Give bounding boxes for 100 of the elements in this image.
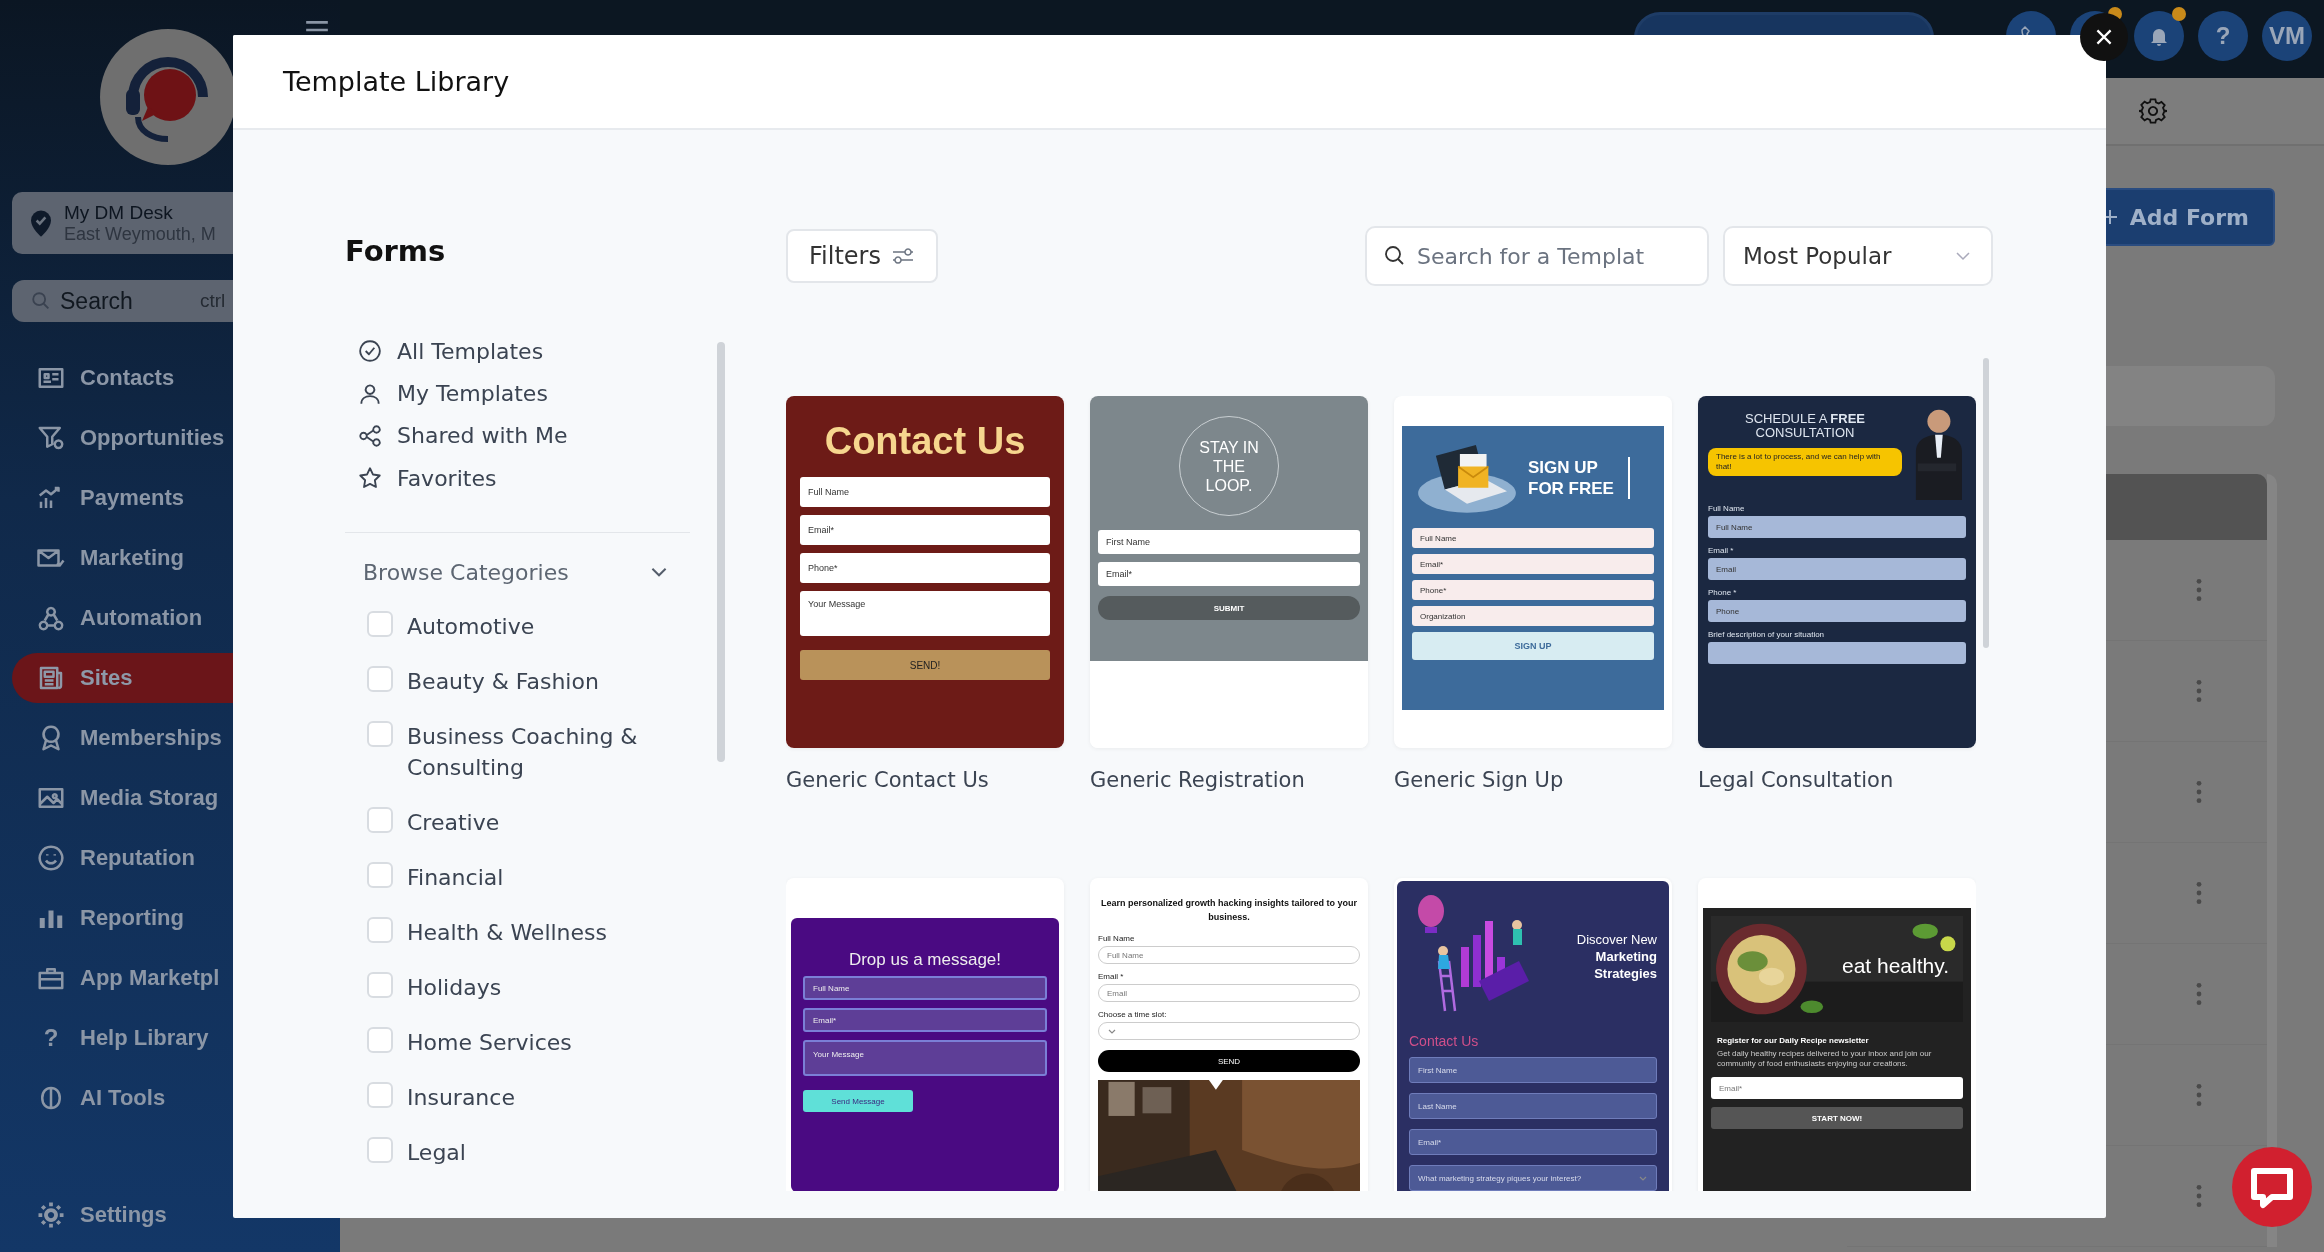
preview-field: Full Name [1098, 946, 1360, 964]
template-card[interactable]: eat healthy. Register for our Daily Recipe newsletter Get daily healthy recipes delivered to your inbox and join our community of food enthusiasts enjoying our creations. Email* START NOW! [1698, 878, 1976, 1191]
smiley-icon [36, 843, 66, 873]
category-label[interactable]: Health & Wellness [407, 917, 687, 948]
preview-button: SEND [1098, 1050, 1360, 1072]
sidebar-item[interactable]: Automation [12, 588, 340, 648]
settings-icon[interactable] [2139, 97, 2167, 125]
preview-heading: Learn personalized growth hacking insights tailored to your business. [1099, 897, 1358, 924]
sidebar-item[interactable]: AI Tools [12, 1068, 340, 1128]
preview-field: Email [1098, 984, 1360, 1002]
kebab-menu-icon[interactable] [2195, 678, 2203, 704]
sidebar-item[interactable]: Media Storag [12, 768, 340, 828]
sidebar-item[interactable]: Reputation [12, 828, 340, 888]
preview-field: Your Message [800, 591, 1050, 636]
category-label[interactable]: Holidays [407, 972, 687, 1003]
checkbox[interactable] [367, 972, 393, 998]
sidebar-item[interactable]: Contacts [12, 348, 340, 408]
checkbox[interactable] [367, 1137, 393, 1163]
preview-button: SUBMIT [1098, 596, 1360, 620]
sidebar-item[interactable]: Marketing [12, 528, 340, 588]
checkbox[interactable] [367, 917, 393, 943]
nav-item[interactable]: My Templates [345, 372, 690, 415]
dialog-title: Template Library [283, 66, 510, 97]
filters-button[interactable]: Filters [786, 229, 938, 283]
checkbox[interactable] [367, 862, 393, 888]
preview-heading: SIGN UP FOR FREE [1528, 457, 1630, 499]
preview-field: First Name [1098, 530, 1360, 554]
category-label[interactable]: Home Services [407, 1027, 687, 1058]
template-name[interactable]: Legal Consultation [1698, 768, 1976, 798]
settings-icon [36, 1200, 66, 1230]
template-card[interactable]: STAY IN THE LOOP. First Name Email* SUBMIT [1090, 396, 1368, 748]
preview-field: Organization [1412, 606, 1654, 626]
nav-item[interactable]: All Templates [345, 330, 690, 373]
sidebar-item[interactable]: Payments [12, 468, 340, 528]
search-field[interactable]: Search for a Templat [1365, 226, 1709, 286]
checkbox[interactable] [367, 721, 393, 747]
checkbox[interactable] [367, 611, 393, 637]
settings-item[interactable]: Settings [12, 1190, 340, 1240]
kebab-menu-icon[interactable] [2195, 1082, 2203, 1108]
preview-field: Email [1708, 558, 1966, 580]
chat-button[interactable] [2232, 1147, 2312, 1227]
kebab-menu-icon[interactable] [2195, 577, 2203, 603]
checkbox[interactable] [367, 807, 393, 833]
categories-toggle[interactable]: Browse Categories [345, 555, 690, 589]
template-name[interactable]: Generic Registration [1090, 768, 1368, 798]
checkbox[interactable] [367, 1027, 393, 1053]
category-label[interactable]: Insurance [407, 1082, 687, 1113]
preview-field: Full Name [800, 477, 1050, 507]
checkbox[interactable] [367, 666, 393, 692]
template-card[interactable]: Contact Us Full Name Email* Phone* Your Message SEND! [786, 396, 1064, 748]
preview-field-label: Full Name [1708, 504, 1746, 513]
category-label[interactable]: Automotive [407, 611, 687, 642]
sidebar-item[interactable]: Reporting [12, 888, 340, 948]
category-label[interactable]: Creative [407, 807, 687, 838]
preview-button: Send Message [803, 1090, 913, 1112]
nav-item[interactable]: Shared with Me [345, 414, 690, 458]
kebab-menu-icon[interactable] [2195, 779, 2203, 805]
sidebar-item[interactable]: App Marketpl [12, 948, 340, 1008]
preview-field: Phone [1708, 600, 1966, 622]
preview-callout: There is a lot to process, and we can help with that! [1708, 448, 1902, 476]
preview-field: Email* [800, 515, 1050, 545]
shortcut-hint: ctrl [200, 290, 226, 312]
preview-field-label: Phone * [1708, 588, 1738, 597]
preview-text: Get daily healthy recipes delivered to your inbox and join our community of food enthusiasts enjoying our creations. [1716, 1049, 1933, 1070]
preview-button: START NOW! [1711, 1107, 1963, 1129]
preview-field-label: Choose a time slot: [1098, 1010, 1168, 1019]
template-card[interactable]: SIGN UP FOR FREE Full Name Email* Phone* Organization SIGN UP [1394, 396, 1672, 748]
nav-item[interactable]: Favorites [345, 457, 690, 500]
preview-heading: Contact Us [824, 419, 1026, 464]
sliders-icon [890, 246, 915, 266]
avatar[interactable]: VM [2262, 11, 2312, 61]
kebab-menu-icon[interactable] [2195, 880, 2203, 906]
preview-heading: SCHEDULE A FREE CONSULTATION [1744, 410, 1866, 440]
preview-heading: Drop us a message! [848, 949, 1002, 971]
help-button[interactable]: ? [2198, 11, 2248, 61]
sidebar-item[interactable]: Memberships [12, 708, 340, 768]
preview-field: Full Name [1412, 528, 1654, 548]
category-label[interactable]: Financial [407, 862, 687, 893]
kebab-menu-icon[interactable] [2195, 1183, 2203, 1209]
sort-dropdown[interactable]: Most Popular [1723, 226, 1993, 286]
preview-subheading: Register for our Daily Recipe newsletter [1716, 1035, 1870, 1047]
help-icon: ? [36, 1024, 66, 1052]
template-name[interactable]: Generic Contact Us [786, 768, 1064, 798]
template-card[interactable]: Learn personalized growth hacking insights tailored to your business. Full Name Full Name Email * Email Choose a time slot: SEND [1090, 878, 1368, 1191]
preview-field: Email* [803, 1008, 1047, 1032]
preview-field: Phone* [800, 553, 1050, 583]
template-card[interactable]: SCHEDULE A FREE CONSULTATION There is a lot to process, and we can help with that! Full Name Full Name Email * Email Phone * Phone Brief description of your situation [1698, 396, 1976, 748]
category-label[interactable]: Legal [407, 1137, 687, 1168]
template-card[interactable]: Discover New Marketing Strategies Contact Us First Name Last Name Email* What marketing strategy piques your interest? [1394, 878, 1672, 1191]
checkbox[interactable] [367, 1082, 393, 1108]
sidebar-item[interactable]: Opportunities [12, 408, 340, 468]
preview-field: Email* [1098, 562, 1360, 586]
category-label[interactable]: Business Coaching & Consulting [407, 721, 687, 783]
preview-field: Email* [1412, 554, 1654, 574]
category-label[interactable]: Beauty & Fashion [407, 666, 687, 697]
template-name[interactable]: Generic Sign Up [1394, 768, 1672, 798]
kebab-menu-icon[interactable] [2195, 981, 2203, 1007]
template-card[interactable]: Drop us a message! Full Name Email* Your Message Send Message [786, 878, 1064, 1191]
preview-field: Last Name [1409, 1093, 1657, 1119]
location-name: My DM Desk [64, 201, 174, 224]
